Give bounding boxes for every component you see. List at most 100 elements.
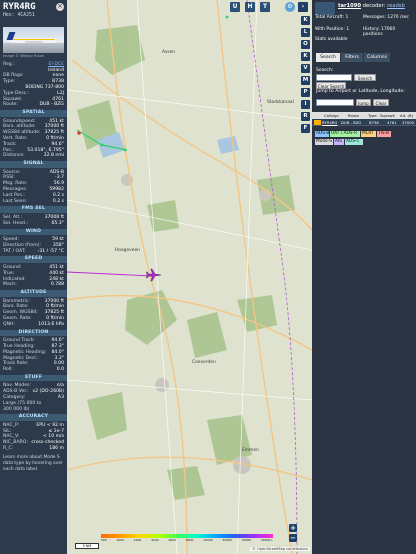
brand-line: tar1090 decoder: readsb	[338, 3, 405, 9]
with-position: With Position: 1	[315, 27, 350, 32]
info-row: Sel. Head.: 65.3°	[0, 221, 67, 227]
info-row: Roll: 0.0	[0, 367, 67, 373]
place-label: Stadskanaal	[267, 100, 294, 105]
info-key: Distance:	[3, 153, 25, 159]
app-logo	[315, 2, 335, 15]
col-callsign[interactable]: Callsign	[324, 112, 339, 119]
info-value: 32.8 nmi	[43, 153, 64, 159]
info-key: Reg.:	[3, 61, 15, 67]
info-key: Roll:	[3, 367, 13, 373]
jump-label: Jump to Airport or Latitude, Longitude:	[316, 89, 405, 94]
map-side-btn[interactable]: V	[301, 64, 310, 73]
map-btn-h[interactable]: H	[245, 2, 255, 12]
info-value: -31 / -57 °C	[37, 248, 64, 254]
legend-item[interactable]: TIS-B	[377, 131, 391, 137]
zoom-out-button[interactable]: −	[289, 534, 297, 542]
decoder-link[interactable]: readsb	[387, 3, 405, 9]
info-key: Route:	[3, 102, 18, 108]
info-value: 0.788	[50, 282, 64, 288]
info-value: DUB - BZG	[39, 102, 65, 108]
altitude-tick: 6000	[168, 538, 177, 542]
map-side-btn[interactable]: M	[301, 76, 310, 85]
legend-item[interactable]: Mode-S	[315, 139, 333, 145]
sidebar-toggle-icon[interactable]: ›	[298, 2, 308, 12]
map-side-btn[interactable]: K	[301, 52, 310, 61]
place-label: Emmen	[242, 448, 259, 453]
info-value: 1013.6 hPa	[38, 321, 64, 327]
settings-gear-icon[interactable]: ⚙	[285, 2, 295, 12]
row-squawk: 4761	[387, 120, 397, 125]
col-type[interactable]: Type	[368, 112, 377, 119]
info-key: R_C:	[3, 446, 14, 452]
aircraft-icon[interactable]	[146, 268, 162, 282]
legend-item[interactable]: UAT / ADS-R	[330, 131, 360, 137]
stats-available[interactable]: Stats available	[315, 37, 347, 42]
info-row: Last Seen: 0.2 s	[0, 199, 67, 205]
section-header-altitude: ALTITUDE	[0, 290, 67, 297]
info-key: Last Seen:	[3, 198, 28, 204]
section-header-fms: FMS SEL	[0, 206, 67, 213]
row-alt: 37000	[402, 120, 415, 125]
flag-icon	[314, 120, 321, 125]
map-side-btn[interactable]: I	[301, 100, 310, 109]
tab-search[interactable]: Search	[316, 53, 340, 62]
col-route[interactable]: Route	[348, 112, 359, 119]
map-tiles[interactable]	[67, 0, 312, 554]
map-view[interactable]: Assen Emmen Coevorden Stadskanaal Hoogeveen …	[67, 0, 312, 554]
info-key: 300 000 lb)	[3, 406, 30, 412]
legend-item[interactable]: MLAT	[361, 131, 376, 137]
aircraft-details: Reg.: EI-DCE Ireland DB flags: none Type: B738…	[0, 62, 67, 108]
legend-item[interactable]: ADS-C	[345, 139, 363, 145]
table-header: Callsign Route Type Squawk Alt. (ft)	[312, 112, 416, 119]
aircraft-photo[interactable]	[3, 27, 64, 54]
search-input[interactable]	[316, 74, 352, 81]
section-header-speed: SPEED	[0, 256, 67, 263]
info-key: Type:	[3, 79, 16, 85]
map-btn-u[interactable]: U	[230, 2, 240, 12]
tab-columns[interactable]: Columns	[364, 53, 390, 62]
clear-search-button[interactable]: Clear Search	[316, 82, 346, 89]
zoom-in-button[interactable]: +	[289, 524, 297, 532]
info-value: A3	[57, 394, 64, 400]
altitude-tick: 8000	[185, 538, 194, 542]
legend-item[interactable]: AIS	[334, 139, 344, 145]
row-route: DUB - BZG	[341, 120, 362, 125]
tab-filters[interactable]: Filters	[341, 53, 363, 62]
row-callsign[interactable]: RYR4RG	[322, 119, 337, 126]
info-value: 0.0	[56, 367, 64, 373]
altitude-tick: 2000	[133, 538, 142, 542]
history-count: History: 17060 positions	[363, 27, 396, 37]
map-side-btn[interactable]: R	[301, 112, 310, 121]
search-button[interactable]: Search	[354, 74, 376, 81]
map-side-btn[interactable]: K	[301, 16, 310, 25]
section-header-accuracy: ACCURACY	[0, 414, 67, 421]
altitude-tick: 40000+	[260, 538, 273, 542]
map-side-btn[interactable]: F	[301, 124, 310, 133]
section-header-wind: WIND	[0, 228, 67, 236]
info-row: Route: DUB - BZG	[0, 102, 67, 108]
col-alt[interactable]: Alt. (ft)	[400, 112, 413, 119]
search-label: Search:	[316, 68, 334, 73]
row-type: B738	[369, 120, 379, 125]
clear-button[interactable]: Clear	[373, 99, 389, 106]
jump-input[interactable]	[316, 99, 354, 106]
altitude-tick: 500	[101, 538, 107, 542]
col-squawk[interactable]: Squawk	[380, 112, 395, 119]
map-side-btn[interactable]: L	[301, 28, 310, 37]
brand-middle: decoder:	[360, 3, 388, 9]
info-key: TAT / OAT:	[3, 248, 26, 254]
place-label: Coevorden	[192, 360, 216, 365]
map-attribution[interactable]: © OpenStreetMap contributors	[250, 547, 310, 551]
map-side-btn[interactable]: O	[301, 40, 310, 49]
info-row: QNH: 1013.6 hPa	[0, 322, 67, 328]
legend-item[interactable]: ADS-B	[315, 131, 329, 137]
close-icon[interactable]: ✕	[56, 3, 64, 11]
messages-rate: Messages: 1270 /sec	[363, 15, 409, 20]
info-value: 0.2 s	[52, 198, 64, 204]
map-side-btn[interactable]: P	[301, 88, 310, 97]
map-btn-t[interactable]: T	[260, 2, 270, 12]
brand-name[interactable]: tar1090	[338, 3, 361, 9]
jump-button[interactable]: Jump	[356, 99, 371, 106]
table-row[interactable]: RYR4RG DUB - BZG B738 4761 37000	[312, 119, 416, 126]
altitude-tick: 1000	[116, 538, 125, 542]
